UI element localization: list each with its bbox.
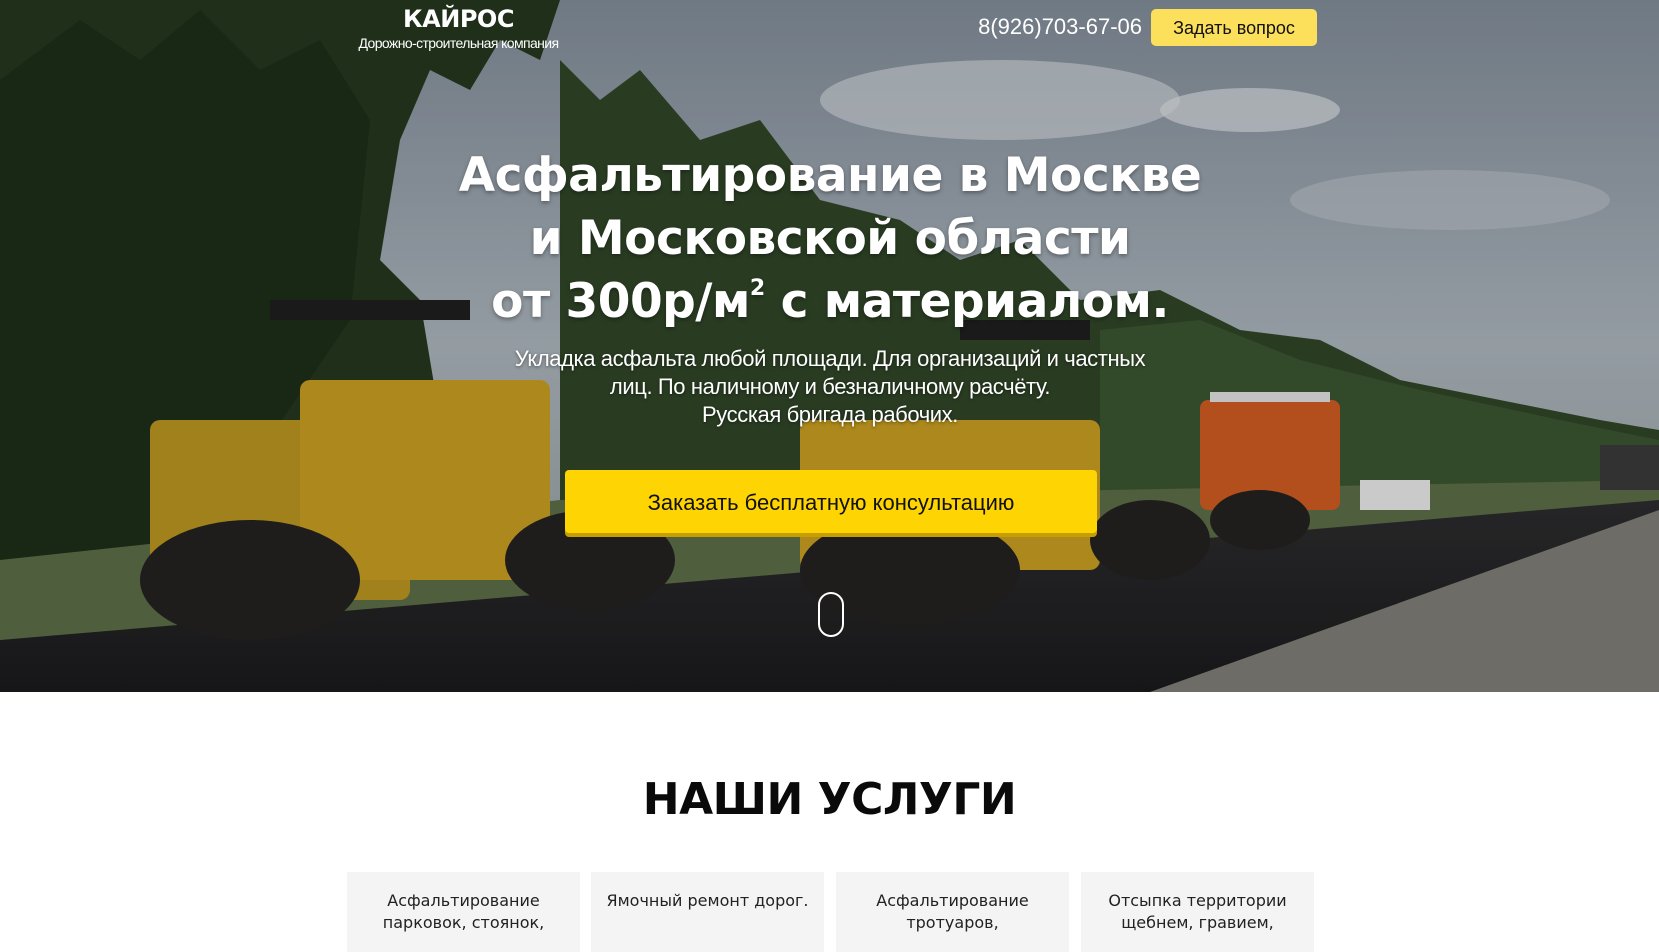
service-card-line: Асфальтирование [876, 891, 1029, 910]
service-card-line: Ямочный ремонт дорог. [606, 891, 809, 910]
service-card-sidewalks[interactable]: Асфальтирование тротуаров, [836, 872, 1069, 952]
service-card-parking[interactable]: Асфальтирование парковок, стоянок, [347, 872, 580, 952]
hero-subtitle-line-3: Русская бригада рабочих. [702, 402, 958, 427]
logo-name: КАЙРОС [403, 5, 514, 33]
hero-subtitle-line-1: Укладка асфальта любой площади. Для орга… [514, 346, 1146, 371]
ask-question-button[interactable]: Задать вопрос [1151, 9, 1317, 46]
service-card-line: Асфальтирование [387, 891, 540, 910]
price-suffix: с материалом. [764, 274, 1170, 329]
services-title: НАШИ УСЛУГИ [642, 774, 1017, 825]
hero-title-line-1: Асфальтирование в Москве [458, 148, 1202, 203]
price-text: от 300р/м [491, 274, 750, 329]
hero-title-line-2: и Московской области [529, 211, 1131, 266]
phone-number[interactable]: 8(926)703-67-06 [962, 12, 1142, 42]
service-card-line: Отсыпка территории [1108, 891, 1287, 910]
logo-tagline: Дорожно-строительная компания [358, 35, 559, 51]
hero-subtitle-line-2: лиц. По наличному и безналичному расчёту… [609, 374, 1051, 399]
scroll-down-icon[interactable] [818, 592, 844, 637]
hero-section: КАЙРОС Дорожно-строительная компания 8(9… [0, 0, 1659, 692]
company-logo[interactable]: КАЙРОС Дорожно-строительная компания [346, 4, 571, 52]
square-superscript: 2 [749, 276, 765, 301]
hero-subtitle: Укладка асфальта любой площади. Для орга… [430, 345, 1230, 429]
service-card-pothole-repair[interactable]: Ямочный ремонт дорог. [591, 872, 824, 952]
hero-title: Асфальтирование в Москве и Московской об… [380, 144, 1280, 333]
free-consultation-button[interactable]: Заказать бесплатную консультацию [565, 470, 1097, 533]
service-card-line: парковок, стоянок, [382, 913, 545, 932]
service-card-line: тротуаров, [906, 913, 999, 932]
service-card-gravel-fill[interactable]: Отсыпка территории щебнем, гравием, [1081, 872, 1314, 952]
service-card-line: щебнем, гравием, [1121, 913, 1274, 932]
hero-title-line-3: от 300р/м2 с материалом. [380, 270, 1280, 333]
